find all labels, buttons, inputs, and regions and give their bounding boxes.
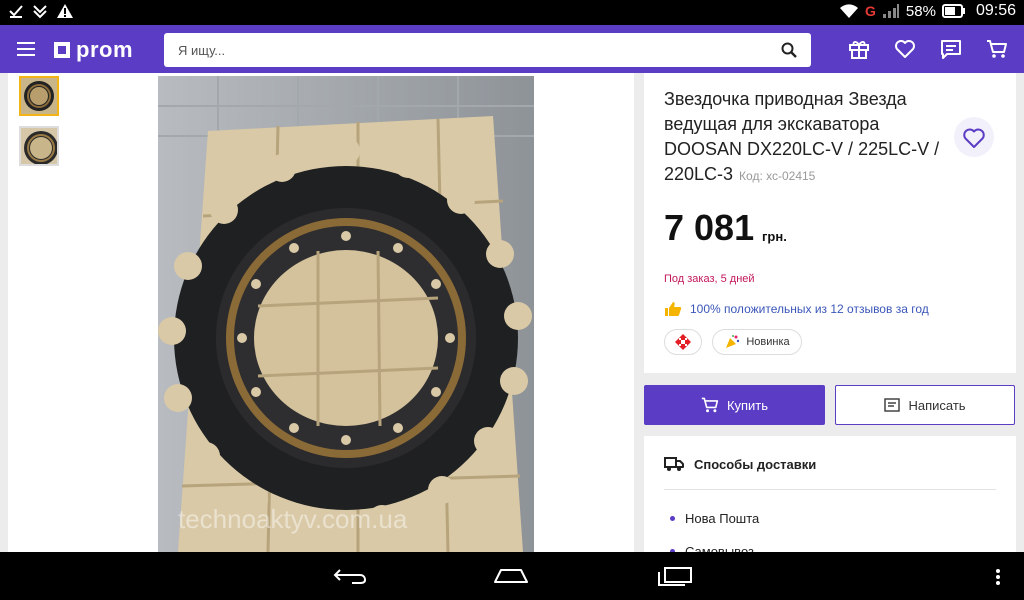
cart-icon — [701, 397, 719, 413]
message-icon — [884, 398, 901, 412]
battery-percent: 58% — [905, 2, 936, 20]
overflow-menu-icon[interactable] — [994, 568, 1002, 586]
search-input[interactable] — [178, 33, 758, 67]
search-bar — [164, 33, 811, 67]
nova-poshta-icon — [675, 334, 691, 350]
product-info-card: Звездочка приводная Звезда ведущая для э… — [644, 73, 1016, 373]
app-header: prom — [0, 25, 1024, 73]
delivery-option-label: Нова Пошта — [685, 511, 760, 526]
seller-rating-link[interactable]: 100% положительных из 12 отзывов за год — [664, 301, 929, 317]
watermark-text: technoaktyv.com.ua — [178, 504, 408, 534]
sprocket-thumb-icon — [21, 128, 57, 164]
heart-icon — [963, 128, 985, 148]
write-button-label: Написать — [908, 397, 966, 413]
back-icon[interactable] — [332, 566, 368, 586]
menu-icon[interactable] — [16, 39, 36, 59]
warning-icon — [57, 4, 73, 18]
download-notification-icon — [33, 5, 47, 19]
delivery-option-label: Самовывоз — [685, 544, 754, 552]
delivery-option-nova-poshta: Нова Пошта — [670, 511, 759, 526]
network-type-label: G — [865, 3, 876, 19]
delivery-methods-card: Способы доставки Нова Пошта Самовывоз — [644, 436, 1016, 552]
heart-icon[interactable] — [894, 38, 916, 60]
sprocket-photo: technoaktyv.com.ua — [158, 76, 534, 552]
product-gallery: technoaktyv.com.ua — [8, 73, 634, 552]
reviews-text: 100% положительных из 12 отзывов за год — [690, 302, 929, 316]
price-currency: грн. — [762, 229, 787, 244]
search-icon[interactable] — [781, 42, 797, 58]
clock: 09:56 — [975, 2, 1016, 19]
write-seller-button[interactable]: Написать — [835, 385, 1015, 425]
truck-icon — [664, 457, 684, 471]
delivery-title: Способы доставки — [694, 456, 817, 472]
new-item-label: Новинка — [746, 336, 790, 348]
chat-icon[interactable] — [940, 38, 962, 60]
logo-square-icon — [54, 42, 70, 58]
product-price: 7 081 — [664, 207, 755, 248]
product-title: Звездочка приводная Звезда ведущая для э… — [664, 87, 946, 189]
product-page: technoaktyv.com.ua Звездочка приводная З… — [0, 73, 1024, 552]
new-item-badge[interactable]: Новинка — [712, 329, 802, 355]
check-notification-icon — [9, 5, 23, 18]
buy-button[interactable]: Купить — [644, 385, 825, 425]
cart-icon[interactable] — [986, 38, 1008, 60]
logo-text: prom — [76, 37, 133, 62]
divider — [664, 489, 996, 490]
buy-button-label: Купить — [726, 397, 769, 413]
home-icon[interactable] — [493, 568, 529, 584]
product-main-image[interactable]: technoaktyv.com.ua — [158, 76, 534, 552]
thumbs-up-icon — [665, 302, 682, 316]
sprocket-thumb-icon — [21, 78, 57, 114]
party-popper-icon — [726, 335, 740, 348]
android-nav-bar — [0, 552, 1024, 600]
delivery-header: Способы доставки — [664, 456, 816, 472]
signal-icon — [882, 4, 899, 18]
thumbnail-2[interactable] — [19, 126, 59, 166]
prom-logo[interactable]: prom — [54, 37, 133, 63]
product-code: Код: хс-02415 — [739, 169, 816, 183]
wifi-icon — [840, 4, 859, 18]
availability-status: Под заказ, 5 дней — [664, 273, 755, 285]
gift-icon[interactable] — [848, 38, 870, 60]
recent-apps-icon[interactable] — [657, 566, 693, 586]
status-bar: G 58% 09:56 — [0, 0, 1024, 25]
bullet-icon — [670, 516, 675, 521]
thumbnail-1[interactable] — [19, 76, 59, 116]
delivery-option-pickup: Самовывоз — [670, 544, 754, 552]
add-to-favorites-button[interactable] — [954, 117, 994, 157]
battery-icon — [941, 4, 965, 18]
nova-poshta-badge[interactable] — [664, 329, 702, 355]
